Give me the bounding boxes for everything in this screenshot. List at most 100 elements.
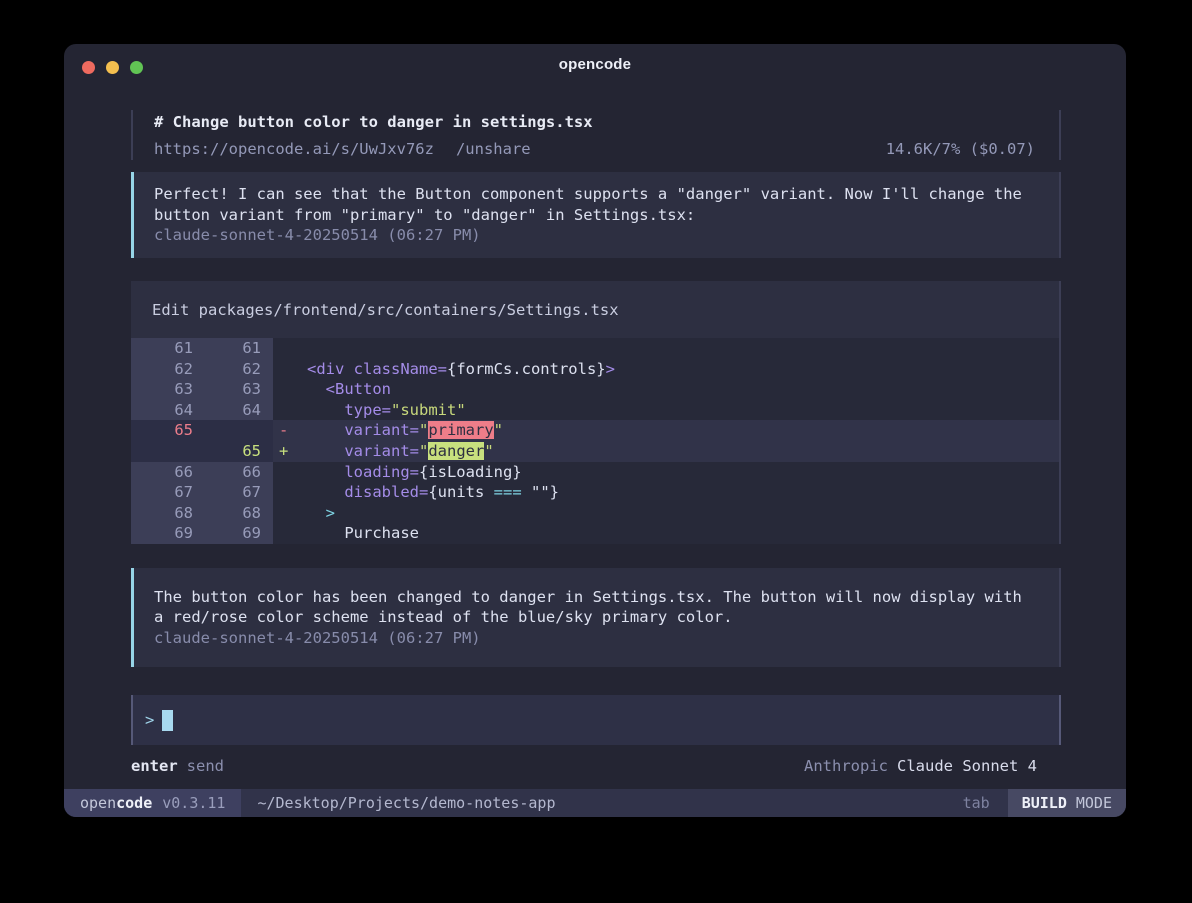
window-title: opencode xyxy=(64,56,1126,73)
old-line-number: 63 xyxy=(131,379,193,400)
old-line-number: 64 xyxy=(131,400,193,421)
new-line-number: 65 xyxy=(193,441,261,462)
new-line-number: 66 xyxy=(193,462,261,483)
window-titlebar: opencode xyxy=(64,44,1126,88)
diff-row: 6868 > xyxy=(131,503,1059,524)
diff-change-marker xyxy=(273,482,293,503)
diff-line-number-gutter: 6363 xyxy=(131,379,273,400)
share-url-link[interactable]: https://opencode.ai/s/UwJxv76z xyxy=(154,139,434,160)
diff-line-number-gutter: 6464 xyxy=(131,400,273,421)
diff-row: 6161 xyxy=(131,338,1059,359)
edit-tool-title: Edit packages/frontend/src/containers/Se… xyxy=(131,281,1059,338)
diff-change-marker: - xyxy=(273,420,293,441)
diff-code-segment: variant= xyxy=(344,442,419,460)
diff-code-line: > xyxy=(293,503,335,524)
diff-code-segment: type= xyxy=(344,401,391,419)
diff-code-segment: {isLoading} xyxy=(419,463,522,481)
diff-code-line xyxy=(293,338,307,359)
diff-code-segment: primary xyxy=(428,421,493,439)
send-action-hint: send xyxy=(187,756,224,777)
diff-code-segment xyxy=(307,483,344,501)
model-label: Claude Sonnet 4 xyxy=(897,756,1037,777)
session-title: # Change button color to danger in setti… xyxy=(154,112,1035,133)
diff-code-segment: " xyxy=(494,421,503,439)
old-line-number: 68 xyxy=(131,503,193,524)
diff-code-segment xyxy=(307,401,344,419)
diff-code-line: disabled={units === ""} xyxy=(293,482,559,503)
prompt-input[interactable]: > xyxy=(131,695,1061,745)
old-line-number: 69 xyxy=(131,523,193,544)
diff-code-segment: loading= xyxy=(344,463,419,481)
prompt-symbol: > xyxy=(145,711,154,729)
diff-code-line: loading={isLoading} xyxy=(293,462,522,483)
diff-code-line: <Button xyxy=(293,379,391,400)
new-line-number: 69 xyxy=(193,523,261,544)
diff-change-marker xyxy=(273,379,293,400)
new-line-number: 61 xyxy=(193,338,261,359)
diff-line-number-gutter: 6969 xyxy=(131,523,273,544)
app-version-badge: opencode v0.3.11 xyxy=(64,789,241,817)
app-name-open: open xyxy=(80,794,116,812)
old-line-number: 67 xyxy=(131,482,193,503)
status-bar: opencode v0.3.11 ~/Desktop/Projects/demo… xyxy=(64,789,1126,817)
message-text-line: The button color has been changed to dan… xyxy=(154,587,1035,608)
diff-code-segment xyxy=(522,483,531,501)
diff-code-segment: <div className= xyxy=(307,360,447,378)
message-text-line: Perfect! I can see that the Button compo… xyxy=(154,184,1035,205)
new-line-number: 63 xyxy=(193,379,261,400)
diff-code-segment: === xyxy=(494,483,522,501)
diff-change-marker xyxy=(273,338,293,359)
new-line-number xyxy=(193,420,261,441)
diff-line-number-gutter: 65 xyxy=(131,441,273,462)
edit-tool-panel: Edit packages/frontend/src/containers/Se… xyxy=(131,281,1061,544)
message-text-line: a red/rose color scheme instead of the b… xyxy=(154,607,1035,628)
diff-change-marker xyxy=(273,400,293,421)
unshare-command[interactable]: /unshare xyxy=(456,139,531,160)
diff-line-number-gutter: 6868 xyxy=(131,503,273,524)
diff-change-marker xyxy=(273,523,293,544)
old-line-number: 61 xyxy=(131,338,193,359)
message-model-timestamp: claude-sonnet-4-20250514 (06:27 PM) xyxy=(154,628,1035,649)
diff-line-number-gutter: 6666 xyxy=(131,462,273,483)
enter-key-hint: enter xyxy=(131,756,178,777)
diff-line-number-gutter: 6767 xyxy=(131,482,273,503)
text-cursor xyxy=(162,710,173,731)
diff-row: 6666 loading={isLoading} xyxy=(131,462,1059,483)
new-line-number: 64 xyxy=(193,400,261,421)
diff-row: 6262<div className={formCs.controls}> xyxy=(131,359,1059,380)
diff-code-segment: Purchase xyxy=(307,524,419,542)
old-line-number: 65 xyxy=(131,420,193,441)
tab-key-hint: tab xyxy=(963,789,990,817)
diff-change-marker xyxy=(273,503,293,524)
message-model-timestamp: claude-sonnet-4-20250514 (06:27 PM) xyxy=(154,225,1035,246)
message-text-line: button variant from "primary" to "danger… xyxy=(154,205,1035,226)
diff-code-line: variant="danger" xyxy=(293,441,494,462)
diff-code-segment: " xyxy=(419,442,428,460)
session-header: # Change button color to danger in setti… xyxy=(131,110,1061,160)
diff-code-segment: <Button xyxy=(326,380,391,398)
diff-code-segment: variant= xyxy=(344,421,419,439)
diff-code-segment: danger xyxy=(428,442,484,460)
diff-row: 65+ variant="danger" xyxy=(131,441,1059,462)
old-line-number: 66 xyxy=(131,462,193,483)
diff-code-line: variant="primary" xyxy=(293,420,503,441)
diff-code-segment: disabled= xyxy=(344,483,428,501)
new-line-number: 67 xyxy=(193,482,261,503)
app-name-code: code xyxy=(116,794,152,812)
old-line-number xyxy=(131,441,193,462)
diff-code-segment: > xyxy=(326,504,335,522)
diff-change-marker: + xyxy=(273,441,293,462)
working-directory: ~/Desktop/Projects/demo-notes-app xyxy=(257,789,555,817)
hints-row: enter send Anthropic Claude Sonnet 4 xyxy=(131,756,1061,777)
diff-row: 65- variant="primary" xyxy=(131,420,1059,441)
diff-code-segment: " xyxy=(484,442,493,460)
diff-line-number-gutter: 6262 xyxy=(131,359,273,380)
app-version: v0.3.11 xyxy=(162,794,225,812)
diff-code-segment xyxy=(307,442,344,460)
diff-code-segment xyxy=(307,463,344,481)
new-line-number: 68 xyxy=(193,503,261,524)
mode-badge[interactable]: BUILD MODE xyxy=(1008,789,1126,817)
opencode-terminal-window: opencode # Change button color to danger… xyxy=(64,44,1126,817)
diff-code-segment: " xyxy=(419,421,428,439)
diff-view: 61616262<div className={formCs.controls}… xyxy=(131,338,1059,544)
